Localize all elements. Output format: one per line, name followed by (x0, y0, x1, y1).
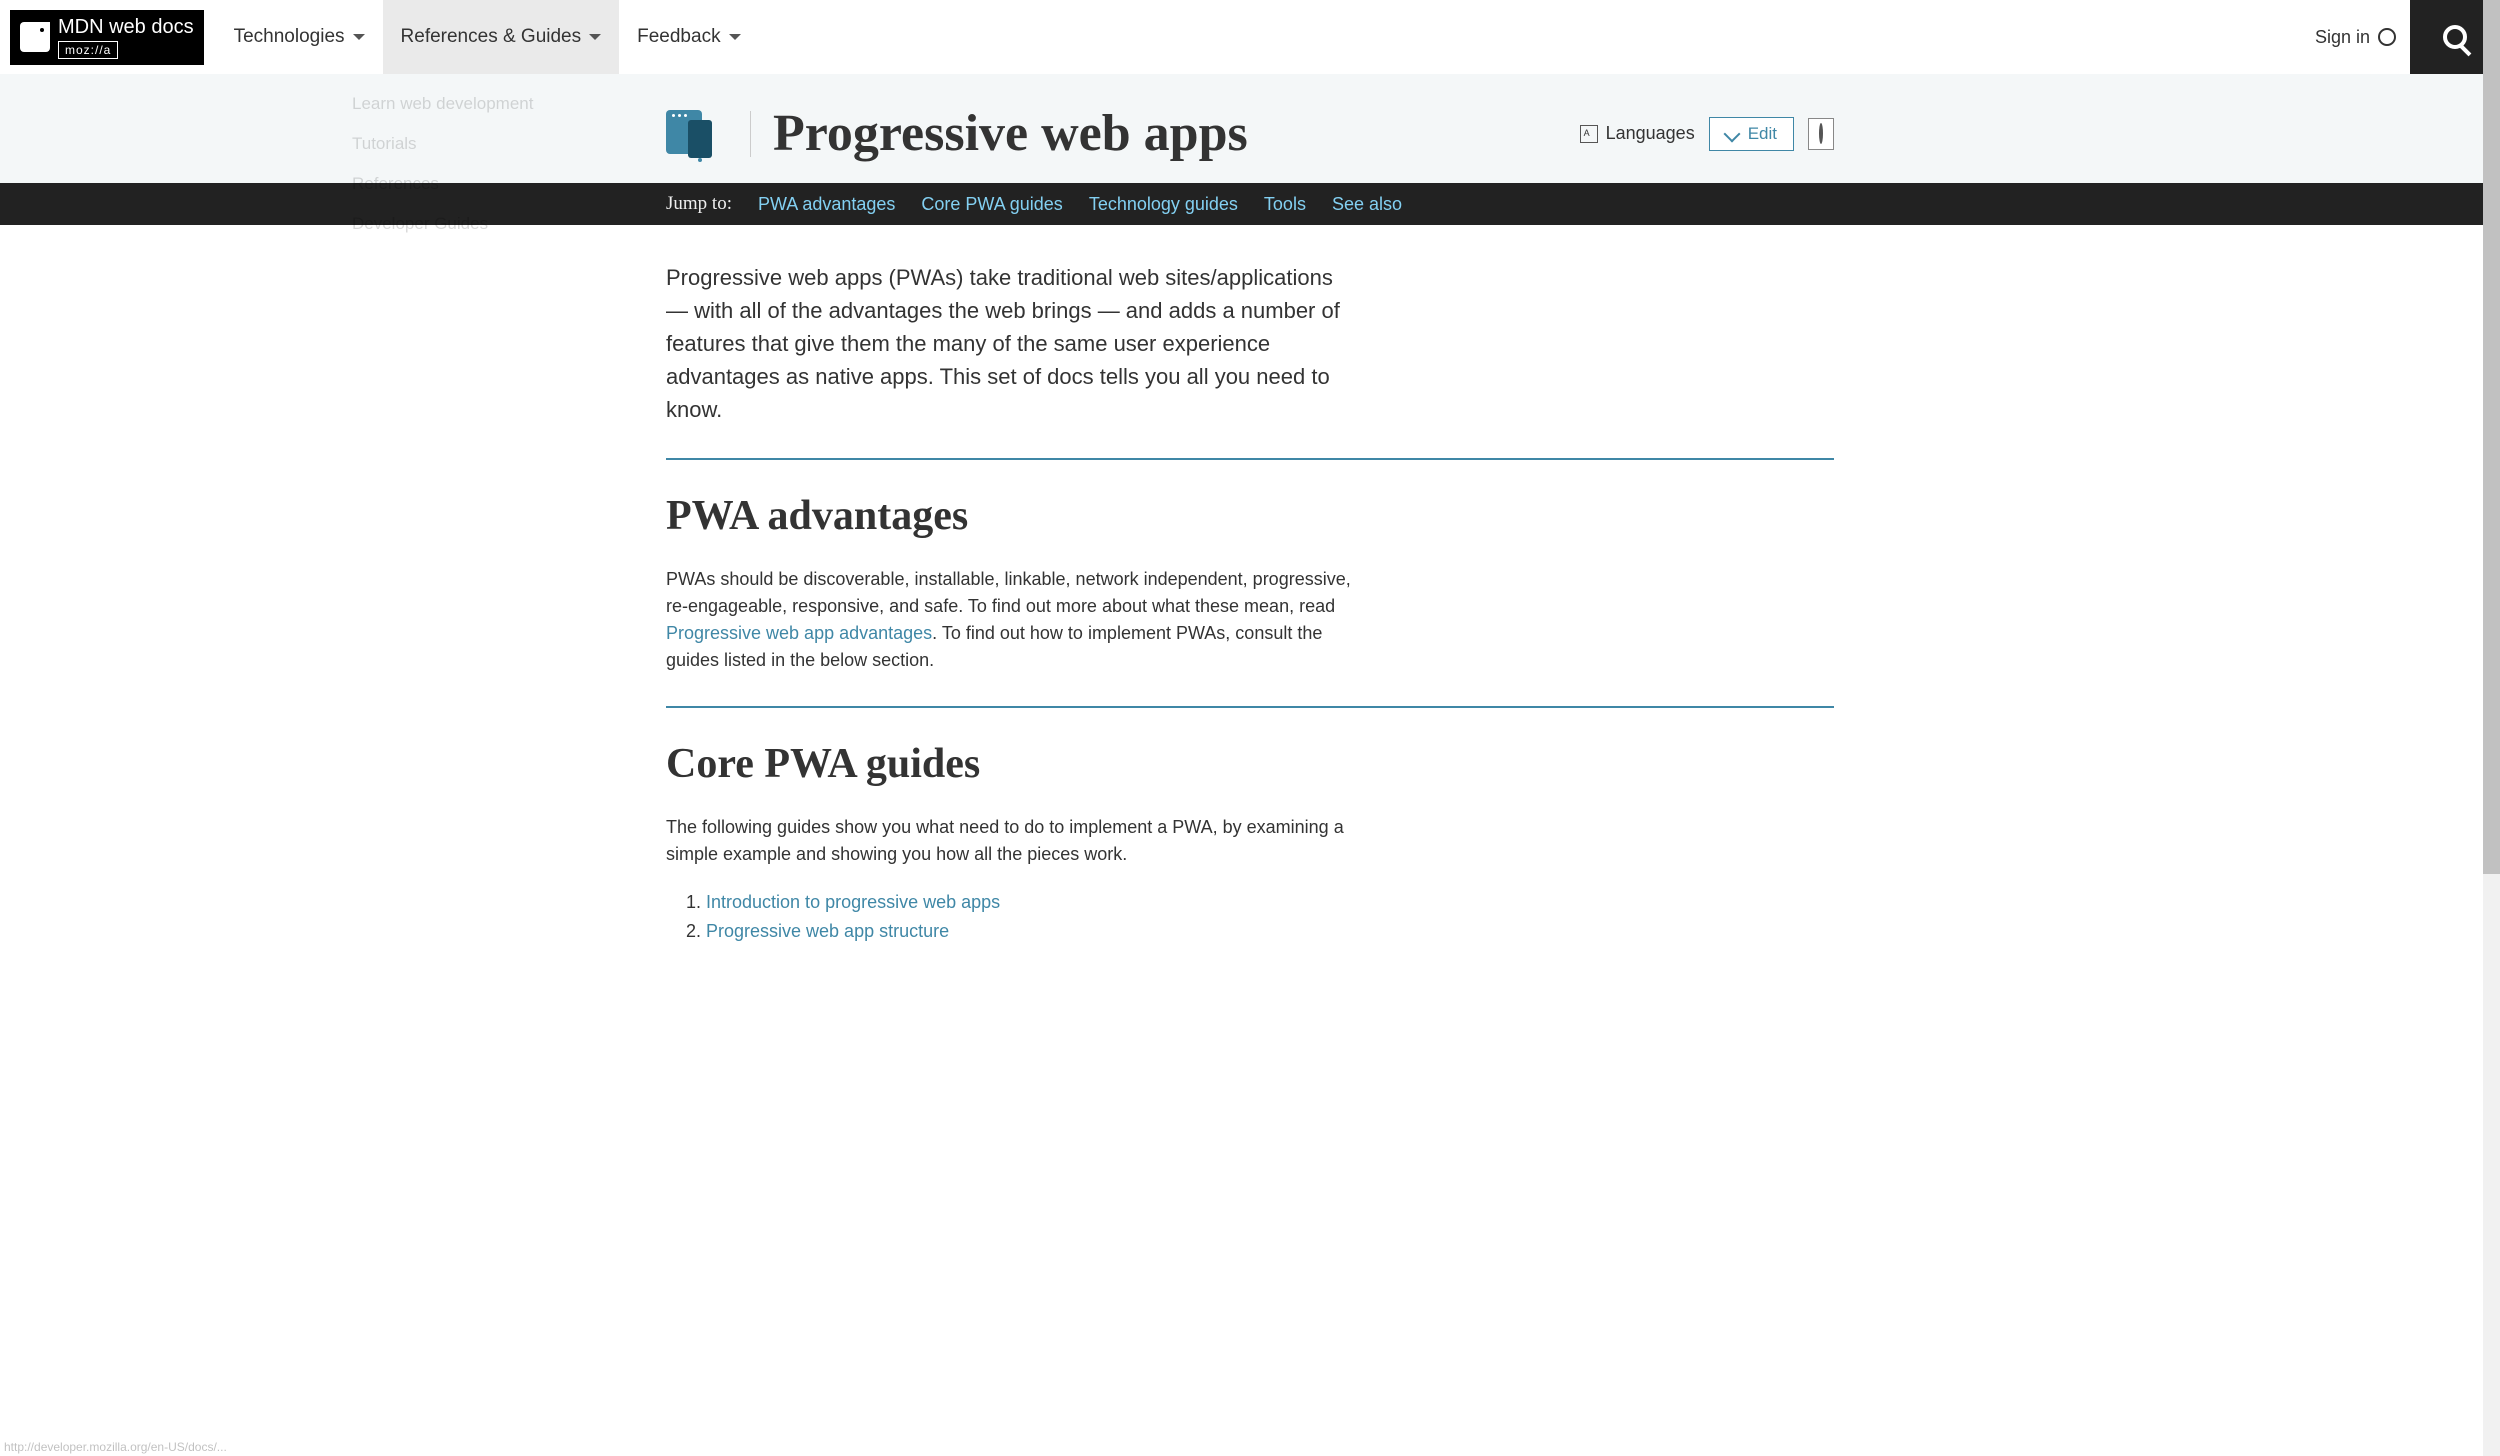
section-divider (666, 458, 1834, 460)
dropdown-item[interactable]: Learn web development (334, 84, 551, 124)
language-icon (1580, 125, 1598, 143)
section-heading-core-guides: Core PWA guides (666, 740, 1834, 788)
jump-link-tools[interactable]: Tools (1264, 194, 1306, 215)
signin-label: Sign in (2315, 27, 2370, 48)
chevron-down-icon (353, 34, 365, 40)
languages-label: Languages (1606, 123, 1695, 144)
dino-icon (20, 22, 50, 52)
dropdown-item[interactable]: Developer Guides (334, 204, 551, 244)
nav-feedback[interactable]: Feedback (619, 0, 758, 74)
list-item: Introduction to progressive web apps (706, 888, 1834, 917)
pencil-icon (1723, 125, 1740, 142)
nav-technologies[interactable]: Technologies (216, 0, 383, 74)
languages-button[interactable]: Languages (1580, 123, 1695, 144)
core-guides-paragraph: The following guides show you what need … (666, 814, 1366, 868)
intro-paragraph: Progressive web apps (PWAs) take traditi… (666, 261, 1346, 426)
jump-link-see-also[interactable]: See also (1332, 194, 1402, 215)
status-bar-url: http://developer.mozilla.org/en-US/docs/… (0, 1438, 231, 1456)
jump-link-pwa-advantages[interactable]: PWA advantages (758, 194, 895, 215)
edit-label: Edit (1748, 124, 1777, 144)
link-pwa-structure[interactable]: Progressive web app structure (706, 921, 949, 941)
search-icon (2443, 25, 2467, 49)
nav-label: References & Guides (401, 26, 582, 48)
advantages-paragraph: PWAs should be discoverable, installable… (666, 566, 1366, 674)
page-title: Progressive web apps (773, 104, 1248, 163)
settings-button[interactable] (1808, 118, 1834, 150)
scrollbar-thumb[interactable] (2483, 0, 2500, 874)
jump-link-core-guides[interactable]: Core PWA guides (921, 194, 1062, 215)
logo-text-bottom: moz://a (58, 41, 118, 59)
jump-link-technology-guides[interactable]: Technology guides (1089, 194, 1238, 215)
dropdown-item[interactable]: Tutorials (334, 124, 551, 164)
signin-link[interactable]: Sign in (2315, 27, 2396, 48)
mdn-logo[interactable]: MDN web docs moz://a (10, 10, 204, 65)
dropdown-item[interactable]: References (334, 164, 551, 204)
link-pwa-advantages[interactable]: Progressive web app advantages (666, 623, 932, 643)
link-intro-pwa[interactable]: Introduction to progressive web apps (706, 892, 1000, 912)
guides-list: Introduction to progressive web apps Pro… (706, 888, 1834, 946)
divider (750, 111, 751, 157)
jumpto-label: Jump to: (666, 193, 732, 215)
section-heading-advantages: PWA advantages (666, 492, 1834, 540)
pwa-icon (666, 110, 722, 158)
logo-text-top: MDN web docs (58, 16, 194, 39)
nav-label: Technologies (234, 26, 345, 48)
vertical-scrollbar[interactable] (2483, 0, 2500, 1456)
references-dropdown: Learn web development Tutorials Referenc… (334, 74, 551, 254)
nav-references-guides[interactable]: References & Guides (383, 0, 620, 74)
nav-label: Feedback (637, 26, 720, 48)
section-divider (666, 706, 1834, 708)
chevron-down-icon (589, 34, 601, 40)
list-item: Progressive web app structure (706, 917, 1834, 946)
gear-icon (1819, 123, 1823, 144)
github-icon (2378, 28, 2396, 46)
chevron-down-icon (729, 34, 741, 40)
edit-button[interactable]: Edit (1709, 117, 1794, 151)
